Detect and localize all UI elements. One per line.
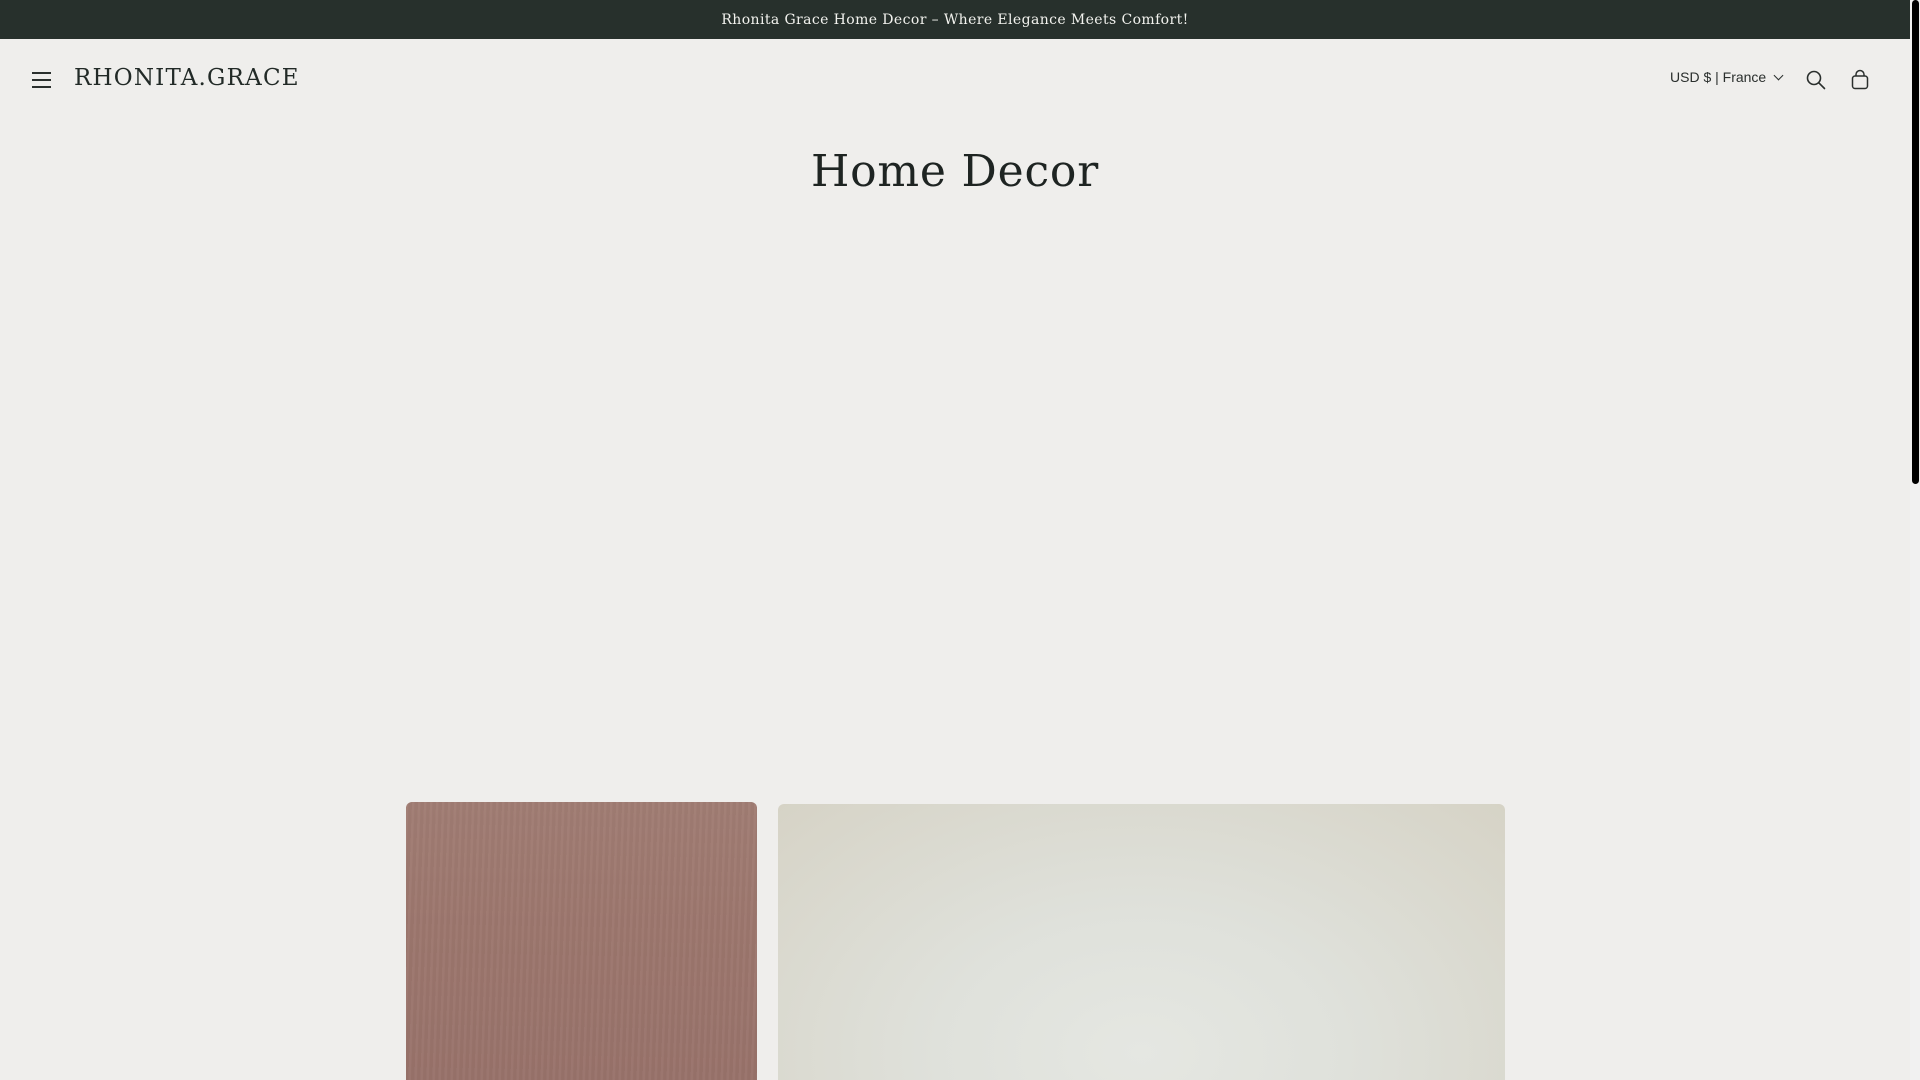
- scrollbar-thumb[interactable]: [1912, 0, 1919, 484]
- search-icon: [1806, 70, 1826, 90]
- menu-icon-line: [32, 72, 51, 74]
- site-logo[interactable]: RHONITA.GRACE: [74, 65, 300, 91]
- page-title: Home Decor: [810, 146, 1100, 197]
- menu-icon-line: [32, 86, 51, 88]
- page-scrollbar[interactable]: [1910, 0, 1920, 1080]
- chevron-down-icon: [1773, 70, 1784, 80]
- announcement-bar: Rhonita Grace Home Decor – Where Eleganc…: [0, 0, 1910, 39]
- currency-selector[interactable]: USD $ | France: [1670, 69, 1784, 85]
- menu-button[interactable]: [28, 66, 56, 94]
- site-header: RHONITA.GRACE USD $ | France: [0, 39, 1910, 122]
- search-button[interactable]: [1803, 67, 1829, 93]
- product-card-image-2[interactable]: [778, 804, 1505, 1080]
- cart-icon: [1851, 69, 1869, 90]
- announcement-text: Rhonita Grace Home Decor – Where Eleganc…: [721, 11, 1189, 28]
- menu-icon-line: [32, 79, 51, 81]
- cart-button[interactable]: [1847, 67, 1873, 93]
- product-card-image-1[interactable]: [406, 802, 757, 1080]
- currency-selector-label: USD $ | France: [1670, 69, 1767, 85]
